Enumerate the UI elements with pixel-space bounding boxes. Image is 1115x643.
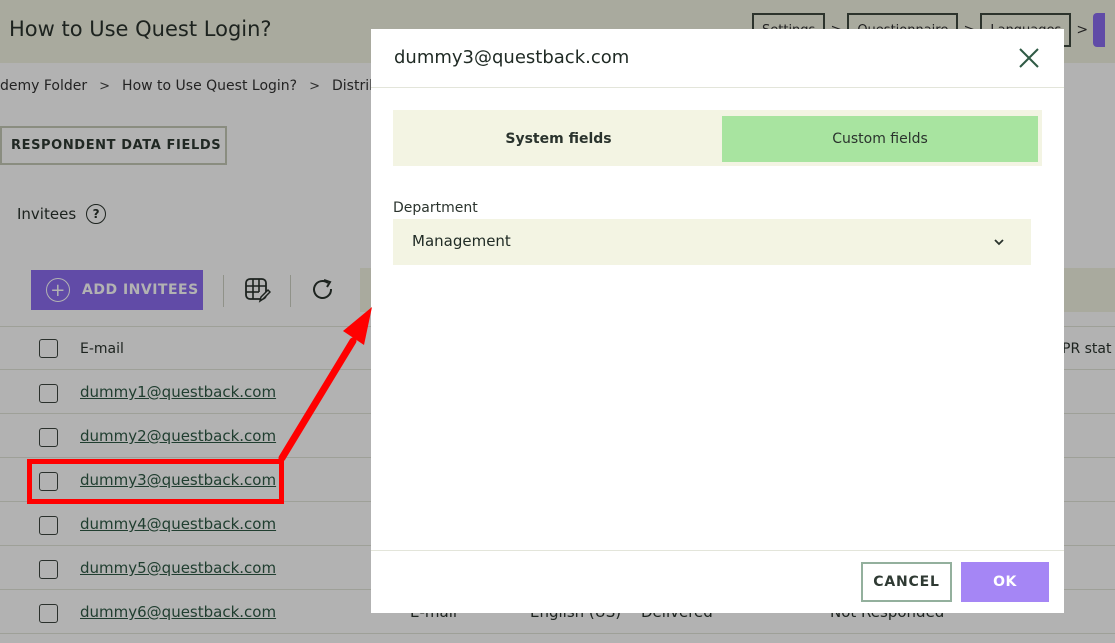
department-select[interactable]: Management: [393, 219, 1031, 265]
tab-system-fields[interactable]: System fields: [397, 116, 720, 162]
close-icon[interactable]: [1017, 46, 1041, 70]
ok-button[interactable]: OK: [961, 562, 1049, 602]
field-tabs: System fields Custom fields: [393, 110, 1042, 166]
cancel-button[interactable]: CANCEL: [861, 562, 952, 602]
chevron-down-icon: [994, 239, 1004, 246]
respondent-data-dialog: dummy3@questback.com System fields Custo…: [371, 29, 1064, 613]
dialog-title: dummy3@questback.com: [394, 47, 630, 68]
department-label: Department: [393, 200, 478, 216]
tab-custom-fields[interactable]: Custom fields: [722, 116, 1038, 162]
department-value: Management: [412, 232, 511, 250]
annotation-highlight-box: [27, 459, 284, 504]
